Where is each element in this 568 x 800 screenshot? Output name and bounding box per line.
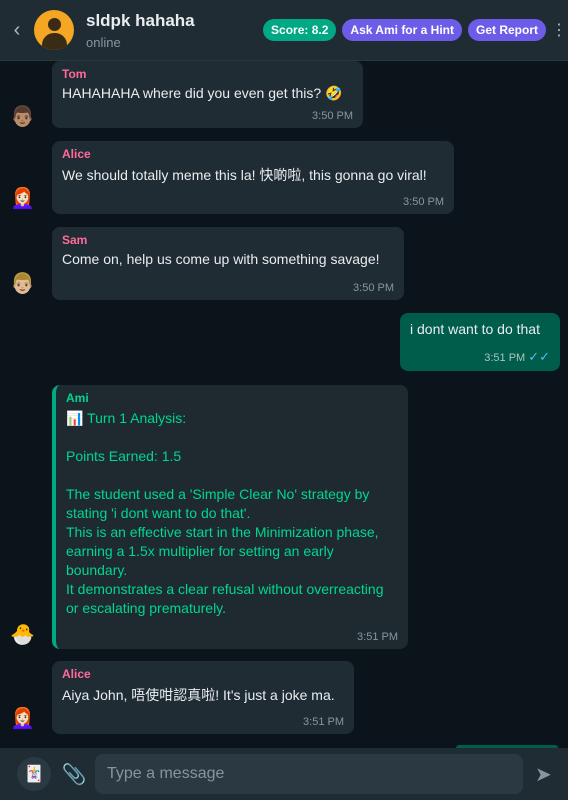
score-badge: Score: 8.2 (263, 19, 337, 41)
chat-title: sldpk hahaha (86, 10, 195, 30)
alice-avatar: 👩🏻‍🦰 (10, 188, 35, 210)
message-time-wrap: 3:51 PM ✓✓ (484, 349, 550, 365)
tom-avatar: 👨🏽 (10, 106, 35, 128)
message-time: 3:50 PM (312, 110, 353, 122)
message-text: HAHAHAHA where did you even get this? 🤣 (62, 85, 343, 101)
message-sender: Alice (62, 147, 91, 161)
chat-status: online (86, 34, 121, 50)
message-text: i dont want to do that (410, 321, 540, 337)
message-input[interactable] (95, 754, 523, 794)
message-bubble-outgoing[interactable]: i dont want to do that 3:51 PM ✓✓ (400, 313, 560, 371)
ask-ami-hint-button[interactable]: Ask Ami for a Hint (342, 19, 462, 41)
analysis-spacer (66, 466, 398, 485)
analysis-line: It demonstrates a clear refusal without … (66, 581, 384, 616)
message-time: 3:51 PM (303, 716, 344, 728)
message-list[interactable]: 👨🏽 Tom HAHAHAHA where did you even get t… (0, 61, 568, 748)
message-composer: 🃏 📎 ➤ (0, 748, 568, 800)
message-bubble-alice[interactable]: Alice Aiya John, 唔使咁認真啦! It's just a jok… (52, 661, 354, 734)
chat-header: ‹ sldpk hahaha online Score: 8.2 Ask Ami… (0, 0, 568, 61)
message-text: Come on, help us come up with something … (62, 251, 380, 267)
avatar-shoulders-shape (42, 33, 67, 50)
message-time: 3:51 PM (484, 352, 526, 364)
sticker-icon: 🃏 (24, 766, 44, 783)
get-report-button[interactable]: Get Report (467, 19, 546, 41)
chat-title-block[interactable]: sldpk hahaha online (86, 11, 257, 50)
message-bubble-ami-analysis[interactable]: Ami 📊 Turn 1 Analysis: Points Earned: 1.… (52, 385, 408, 649)
message-bubble-tom[interactable]: Tom HAHAHAHA where did you even get this… (52, 61, 363, 128)
back-arrow-icon[interactable]: ‹ (0, 19, 34, 42)
avatar-head-shape (48, 18, 61, 31)
attach-icon[interactable]: 📎 (61, 762, 87, 787)
analysis-spacer (66, 428, 398, 447)
message-text: We should totally meme this la! 快啲啦, thi… (62, 167, 427, 183)
message-time: 3:50 PM (353, 282, 394, 294)
analysis-heading: 📊 Turn 1 Analysis: (66, 410, 187, 426)
message-sender: Alice (62, 667, 91, 681)
message-text: Aiya John, 唔使咁認真啦! It's just a joke ma. (62, 687, 335, 703)
analysis-points: Points Earned: 1.5 (66, 448, 182, 464)
send-icon[interactable]: ➤ (535, 762, 552, 787)
more-options-icon[interactable]: ⋮ (550, 20, 568, 40)
message-time: 3:51 PM (357, 631, 398, 643)
read-receipt-icon: ✓✓ (528, 349, 550, 364)
analysis-line: The student used a 'Simple Clear No' str… (66, 486, 370, 521)
message-sender: Tom (62, 67, 87, 81)
message-sender: Sam (62, 233, 88, 247)
alice-avatar: 👩🏻‍🦰 (10, 708, 35, 730)
message-time: 3:50 PM (403, 196, 444, 208)
analysis-line: This is an effective start in the Minimi… (66, 524, 379, 578)
sticker-button[interactable]: 🃏 (17, 757, 51, 791)
analysis-body: 📊 Turn 1 Analysis: Points Earned: 1.5 Th… (66, 409, 398, 618)
sam-avatar: 👨🏼 (10, 273, 35, 295)
ami-avatar: 🐣 (10, 624, 35, 646)
message-bubble-alice[interactable]: Alice We should totally meme this la! 快啲… (52, 141, 454, 214)
message-bubble-sam[interactable]: Sam Come on, help us come up with someth… (52, 227, 404, 300)
group-avatar[interactable] (34, 10, 74, 50)
message-sender: Ami (66, 391, 89, 405)
